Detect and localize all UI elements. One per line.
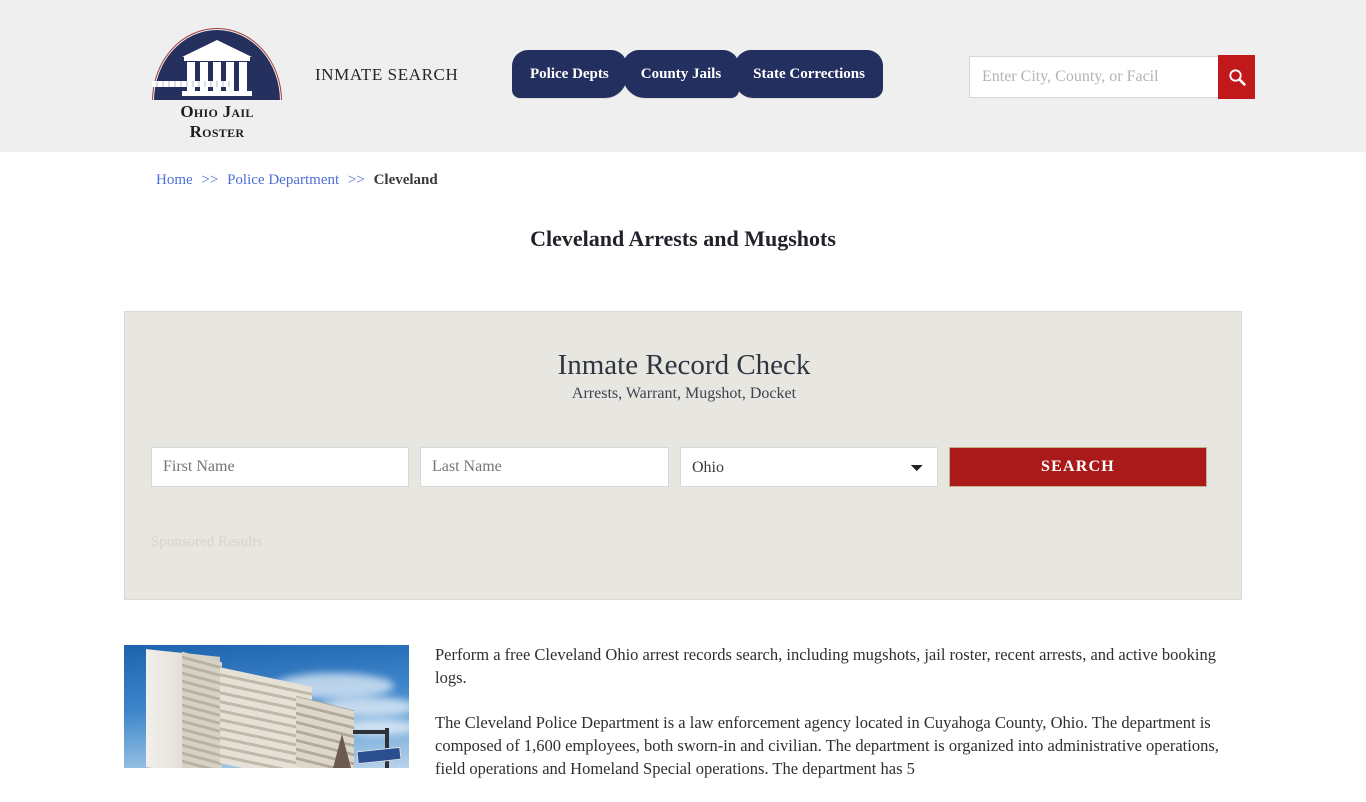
header-search-input[interactable] — [969, 56, 1222, 98]
record-check-subtitle: Arrests, Warrant, Mugshot, Docket — [125, 385, 1243, 403]
breadcrumb-link-home[interactable]: Home — [156, 172, 193, 188]
inmate-record-check-panel: Inmate Record Check Arrests, Warrant, Mu… — [124, 311, 1242, 600]
header-search — [969, 56, 1222, 98]
nav-item-police-depts[interactable]: Police Depts — [512, 50, 627, 98]
nav-item-state-corrections[interactable]: State Corrections — [735, 50, 883, 98]
sponsored-results-label: Sponsored Results — [151, 534, 262, 551]
nav-item-county-jails[interactable]: County Jails — [623, 50, 739, 98]
article-paragraph-2: The Cleveland Police Department is a law… — [435, 711, 1225, 780]
record-check-search-button[interactable]: SEARCH — [949, 447, 1207, 487]
courthouse-dome-icon — [152, 26, 282, 100]
site-header: Ohio Jail Roster INMATE SEARCH Police De… — [0, 0, 1366, 152]
record-check-form: Ohio SEARCH — [151, 447, 1217, 487]
main-navigation: Police Depts County Jails State Correcti… — [512, 50, 879, 98]
site-logo[interactable]: Ohio Jail Roster — [152, 26, 282, 128]
nav-label: Police Depts — [530, 66, 609, 83]
header-search-button[interactable] — [1218, 55, 1255, 99]
first-name-input[interactable] — [151, 447, 409, 487]
header-tagline: INMATE SEARCH — [315, 65, 458, 85]
search-icon — [1227, 67, 1247, 87]
logo-wordmark: Ohio Jail Roster — [152, 102, 282, 142]
last-name-input[interactable] — [420, 447, 669, 487]
breadcrumb-separator: >> — [201, 172, 218, 188]
nav-label: State Corrections — [753, 66, 865, 83]
breadcrumb: Home >> Police Department >> Cleveland — [156, 172, 438, 189]
article-paragraph-1: Perform a free Cleveland Ohio arrest rec… — [435, 643, 1225, 689]
nav-label: County Jails — [641, 66, 721, 83]
state-select[interactable]: Ohio — [680, 447, 938, 487]
record-check-title: Inmate Record Check — [125, 349, 1243, 382]
article-body: Perform a free Cleveland Ohio arrest rec… — [435, 643, 1225, 802]
breadcrumb-link-police-department[interactable]: Police Department — [227, 172, 339, 188]
breadcrumb-current: Cleveland — [374, 172, 438, 188]
breadcrumb-separator: >> — [348, 172, 365, 188]
page-title: Cleveland Arrests and Mugshots — [0, 226, 1366, 252]
facility-photo — [124, 645, 409, 768]
